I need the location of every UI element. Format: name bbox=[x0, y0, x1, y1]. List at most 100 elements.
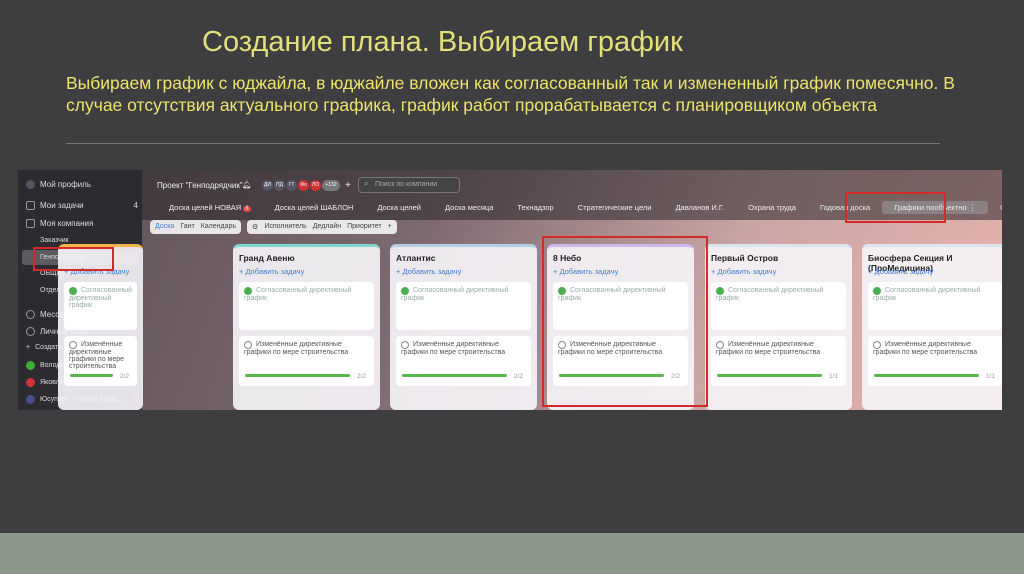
progress-bar bbox=[245, 374, 350, 377]
toolbar: Доска Гант Календарь ⚙ Исполнитель Дедла… bbox=[150, 220, 397, 234]
project-title[interactable]: Проект "Генподрядчик" bbox=[157, 181, 243, 190]
label: Доска целей НОВАЯ bbox=[169, 203, 242, 212]
add-member-icon[interactable]: + bbox=[345, 180, 351, 191]
board-column: Первый Остров + Добавить задачу Согласов… bbox=[705, 244, 852, 410]
check-icon bbox=[244, 287, 252, 295]
filter-assignee[interactable]: Исполнитель bbox=[264, 223, 306, 231]
column-title: Первый Остров bbox=[711, 253, 779, 263]
task-card[interactable]: Согласованный директивный график bbox=[868, 282, 1002, 330]
view-board[interactable]: Доска bbox=[155, 223, 174, 231]
circle-check-icon bbox=[873, 341, 881, 349]
add-task-button[interactable]: + Добавить задачу bbox=[868, 267, 1002, 276]
tab[interactable]: Отчёты bbox=[988, 201, 1002, 214]
task-title: Согласованный директивный график bbox=[716, 287, 824, 302]
filter-deadline[interactable]: Дедлайн bbox=[313, 223, 341, 231]
task-card[interactable]: Согласованный директивный график bbox=[396, 282, 531, 330]
tab[interactable]: Доска месяца bbox=[433, 201, 505, 214]
task-title: Согласованный директивный график bbox=[873, 287, 981, 302]
filters: ⚙ Исполнитель Дедлайн Приоритет + bbox=[247, 220, 397, 234]
plus-icon: + bbox=[26, 344, 31, 351]
progress-count: 2/2 bbox=[513, 373, 523, 380]
filter-priority[interactable]: Приоритет bbox=[347, 223, 382, 231]
task-card[interactable]: Изменённые директивные графики по мере с… bbox=[239, 336, 374, 386]
search-input[interactable]: Поиск по компании bbox=[358, 177, 460, 193]
check-icon bbox=[401, 287, 409, 295]
tab[interactable]: Охрана труда bbox=[736, 201, 808, 214]
sidebar-tasks[interactable]: Мои задачи 4 bbox=[26, 201, 138, 210]
sidebar-company[interactable]: Моя компания bbox=[26, 219, 138, 228]
slide-title: Создание плана. Выбираем график bbox=[202, 26, 683, 58]
highlight-box bbox=[33, 247, 114, 271]
avatar bbox=[26, 361, 35, 370]
circle-check-icon bbox=[244, 341, 252, 349]
avatar bbox=[26, 378, 35, 387]
progress-bar bbox=[874, 374, 979, 377]
check-icon bbox=[873, 287, 881, 295]
board-column: Гранд Авеню + Добавить задачу Согласован… bbox=[233, 244, 380, 410]
column-title: Гранд Авеню bbox=[239, 253, 295, 263]
tab[interactable]: Стратегические цели bbox=[566, 201, 664, 214]
progress-bar bbox=[402, 374, 507, 377]
avatar: ГТ bbox=[286, 180, 297, 191]
label: Заказчик bbox=[40, 237, 69, 244]
view-calendar[interactable]: Календарь bbox=[201, 223, 236, 231]
progress-bar bbox=[70, 374, 113, 377]
avatar bbox=[26, 395, 35, 404]
view-gantt[interactable]: Гант bbox=[180, 223, 194, 231]
company-icon bbox=[26, 219, 35, 228]
add-task-button[interactable]: + Добавить задачу bbox=[396, 267, 531, 276]
task-card[interactable]: Согласованный директивный график bbox=[711, 282, 846, 330]
task-title: Изменённые директивные графики по мере с… bbox=[401, 341, 506, 356]
task-card[interactable]: Согласованный директивный график bbox=[239, 282, 374, 330]
task-title: Согласованный директивный график bbox=[69, 287, 133, 309]
task-title: Изменённые директивные графики по мере с… bbox=[69, 341, 125, 370]
task-title: Согласованный директивный график bbox=[401, 287, 509, 302]
avatar: ЛО bbox=[310, 180, 321, 191]
tab[interactable]: Доска целей bbox=[365, 201, 433, 214]
progress-count: 1/1 bbox=[828, 373, 838, 380]
tasks-icon bbox=[26, 201, 35, 210]
board-column: Атлантис + Добавить задачу Согласованный… bbox=[390, 244, 537, 410]
slide-description: Выбираем график с юджайла, в юджайле вло… bbox=[66, 73, 955, 115]
search-icon: ⌕ bbox=[364, 179, 369, 188]
sidebar-profile[interactable]: Мой профиль bbox=[26, 180, 138, 189]
circle-check-icon bbox=[69, 341, 77, 349]
task-card[interactable]: Изменённые директивные графики по мере с… bbox=[396, 336, 531, 386]
divider bbox=[66, 143, 940, 144]
add-filter-icon[interactable]: + bbox=[388, 223, 392, 231]
member-avatars[interactable]: ДИ ПД ГТ Фо ЛО +132 + bbox=[262, 180, 351, 191]
settings-icon[interactable]: ⚙ bbox=[252, 223, 258, 231]
count: 4 bbox=[133, 201, 138, 210]
circle-check-icon bbox=[716, 341, 724, 349]
add-task-button[interactable]: + Добавить задачу bbox=[711, 267, 846, 276]
check-icon bbox=[716, 287, 724, 295]
badge: 8 bbox=[243, 206, 251, 212]
tab[interactable]: Давланов И.Г. bbox=[663, 201, 736, 214]
bell-icon[interactable]: 🔔︎ bbox=[242, 180, 252, 189]
tab[interactable]: Доска целей НОВАЯ 8 bbox=[157, 201, 263, 214]
chats-icon bbox=[26, 327, 35, 336]
check-icon bbox=[69, 287, 77, 295]
avatar: ДИ bbox=[262, 180, 273, 191]
task-card[interactable]: Согласованный директивный график bbox=[64, 282, 137, 330]
task-title: Изменённые директивные графики по мере с… bbox=[873, 341, 978, 356]
task-card[interactable]: Изменённые директивные графики по мере с… bbox=[868, 336, 1002, 386]
task-card[interactable]: Изменённые директивные графики по мере с… bbox=[64, 336, 137, 386]
highlight-box bbox=[542, 236, 708, 407]
progress-bar bbox=[717, 374, 822, 377]
progress-count: 2/2 bbox=[119, 373, 129, 380]
column-title: Биосфера Секция И (ПроМедицина) bbox=[868, 253, 953, 273]
progress-count: 1/1 bbox=[985, 373, 995, 380]
task-title: Согласованный директивный график bbox=[244, 287, 352, 302]
more-members: +132 bbox=[322, 180, 340, 191]
progress-count: 2/2 bbox=[356, 373, 366, 380]
task-card[interactable]: Изменённые директивные графики по мере с… bbox=[711, 336, 846, 386]
chat-icon bbox=[26, 310, 35, 319]
avatar: ПД bbox=[274, 180, 285, 191]
tab[interactable]: Доска целей ШАБЛОН bbox=[263, 201, 366, 214]
tab[interactable]: Технадзор bbox=[505, 201, 565, 214]
add-task-button[interactable]: + Добавить задачу bbox=[239, 267, 374, 276]
highlight-box bbox=[845, 192, 946, 223]
avatar: Фо bbox=[298, 180, 309, 191]
sidebar-sub-customer[interactable]: Заказчик bbox=[40, 237, 152, 244]
